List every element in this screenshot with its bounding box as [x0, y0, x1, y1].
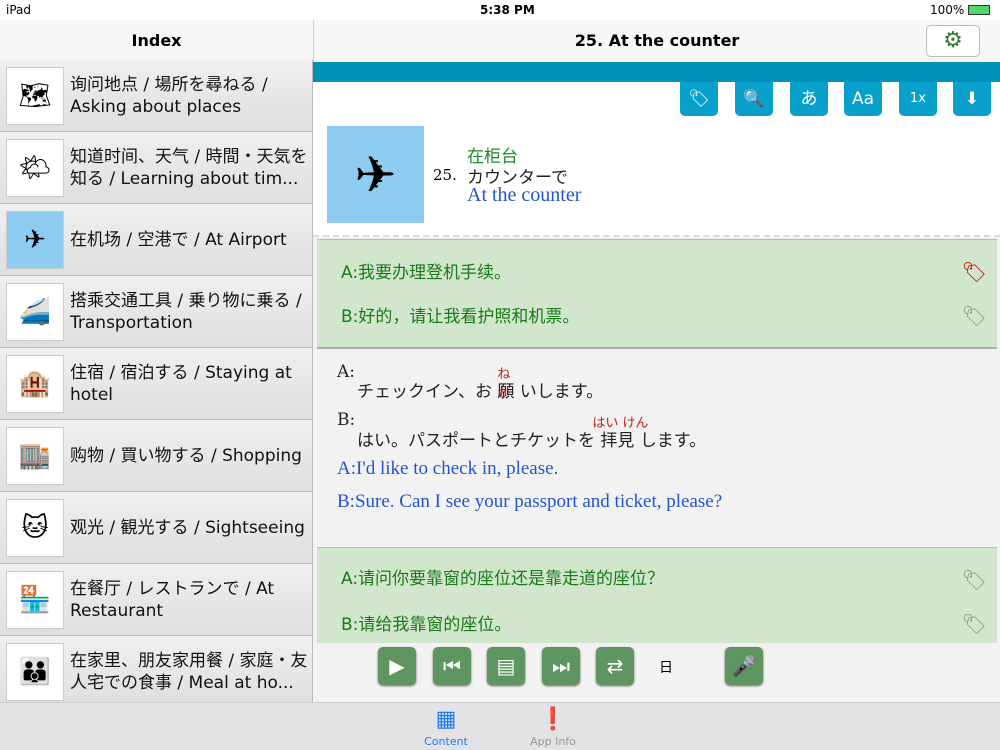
play-button[interactable]: ▶ [378, 647, 416, 685]
dialog2-zh-b[interactable]: B:请给我靠窗的座位。 [341, 610, 511, 635]
play-icon: ▶ [389, 654, 405, 678]
search-icon: 🔍 [743, 89, 765, 109]
sidebar-item-label: 知道时间、天气 / 時間・天気を知る / Learning about tim.… [70, 146, 308, 189]
document-icon: ▤ [496, 654, 516, 678]
lesson-thumbnail: ✈ [6, 210, 64, 269]
sidebar-item-label: 住宿 / 宿泊する / Staying at hotel [70, 362, 292, 405]
sidebar-item[interactable]: 🌤 知道时间、天气 / 時間・天気を知る / Learning about tim… [0, 132, 312, 204]
language-toggle[interactable]: 日 [659, 657, 673, 677]
gear-icon: ⚙ [943, 28, 963, 53]
ja-text: します。 [639, 431, 707, 451]
download-button[interactable]: ⬇ [953, 82, 991, 116]
dialog2-zh-a[interactable]: A:请问你要靠窗的座位还是靠走道的座位？ [341, 564, 664, 589]
lesson-content: 🏷 🔍 あ Aa 1x ⬇ ✈ 25. 在柜台 カウンターで At the co… [313, 62, 1000, 702]
info-icon: ❗ [539, 707, 567, 732]
sidebar-item[interactable]: 🗺 询问地点 / 場所を尋ねる / Asking about places [0, 60, 312, 132]
sidebar-item-label: 购物 / 買い物する / Shopping [70, 445, 302, 466]
kana-button[interactable]: あ [790, 82, 828, 116]
dialog1-en-b[interactable]: B:Sure. Can I see your passport and tick… [337, 491, 722, 513]
tab-bar: ▦ Content ❗ App Info [0, 702, 1000, 750]
toolbar: 🏷 🔍 あ Aa 1x ⬇ [313, 82, 1000, 122]
ja-kanji: ねが願 [497, 367, 514, 402]
index-title: Index [0, 20, 313, 62]
repeat-button[interactable]: ⇄ [596, 647, 634, 685]
speed-button[interactable]: 1x [899, 82, 937, 116]
sidebar-item[interactable]: ✈ 在机场 / 空港で / At Airport [0, 204, 312, 276]
airplane-image: ✈ [327, 126, 424, 223]
tab-app-info[interactable]: ❗ App Info [513, 707, 593, 748]
tab-content[interactable]: ▦ Content [406, 707, 486, 748]
sidebar-item-label: 在餐厅 / レストランで / At Restaurant [70, 578, 275, 621]
device-label: iPad [6, 3, 32, 17]
lesson-number: 25. [433, 166, 457, 184]
sidebar-item-label: 在家里、朋友家用餐 / 家庭・友人宅での食事 / Meal at ho... [70, 650, 308, 693]
tag-icon[interactable]: 🏷 [962, 612, 987, 636]
bookmark-tag-button[interactable]: 🏷 [680, 82, 718, 116]
font-size-button[interactable]: Aa [844, 82, 882, 116]
tag-icon[interactable]: 🏷 [962, 304, 987, 328]
ja-text: いします。 [519, 382, 604, 402]
sidebar-item[interactable]: 👪 在家里、朋友家用餐 / 家庭・友人宅での食事 / Meal at ho... [0, 636, 312, 702]
lesson-index-list[interactable]: 🗺 询问地点 / 場所を尋ねる / Asking about places 🌤 知道时… [0, 60, 313, 702]
nav-bar-right: 25. At the counter ⚙ [313, 20, 1000, 62]
skip-back-icon: ⏮ [443, 654, 461, 678]
dialog2-chinese[interactable]: A:请问你要靠窗的座位还是靠走道的座位？ 🏷 B:请给我靠窗的座位。 🏷 [317, 547, 997, 643]
lesson-title: 25. At the counter [574, 31, 740, 50]
record-button[interactable]: 🎤 [725, 647, 763, 685]
script-button[interactable]: ▤ [487, 647, 525, 685]
tag-icon-active[interactable]: 🏷 [962, 260, 987, 284]
skip-forward-icon: ⏭ [552, 654, 570, 678]
dialog1-zh-a[interactable]: A:我要办理登机手续。 [341, 258, 511, 283]
search-button[interactable]: 🔍 [735, 82, 773, 116]
lesson-thumbnail: 🐱 [6, 498, 64, 557]
download-icon: ⬇ [964, 89, 980, 109]
lesson-header: ✈ 25. 在柜台 カウンターで At the counter [313, 122, 1000, 237]
sidebar-item-label: 搭乘交通工具 / 乗り物に乗る / Transportation [70, 290, 302, 333]
lesson-thumbnail: 🏪 [6, 570, 64, 629]
ja-kanji: はい けん 拝見 [592, 416, 648, 451]
sidebar-item[interactable]: 🐱 观光 / 観光する / Sightseeing [0, 492, 312, 564]
battery-icon [968, 5, 990, 15]
sidebar-item[interactable]: 🏪 在餐厅 / レストランで / At Restaurant [0, 564, 312, 636]
lesson-thumbnail: 🗺 [6, 66, 64, 125]
ja-a-label: A: [337, 362, 356, 382]
next-button[interactable]: ⏭ [542, 647, 580, 685]
tag-icon[interactable]: 🏷 [962, 568, 987, 592]
dialog1-ja-a[interactable]: チェックイン、お ねが願 いします。 [357, 367, 604, 402]
ruby: はい けん [592, 416, 649, 431]
tag-icon: 🏷 [688, 89, 710, 109]
ruby: ねが [497, 367, 511, 401]
sidebar-item-label: 观光 / 観光する / Sightseeing [70, 517, 305, 538]
dialog1-chinese[interactable]: A:我要办理登机手续。 🏷 B:好的，请让我看护照和机票。 🏷 [317, 239, 997, 349]
lesson-title-en: At the counter [467, 184, 582, 206]
sidebar-item-label: 询问地点 / 場所を尋ねる / Asking about places [70, 74, 268, 117]
settings-button[interactable]: ⚙ [926, 25, 980, 57]
lesson-thumbnail: 🚄 [6, 282, 64, 341]
previous-button[interactable]: ⏮ [433, 647, 471, 685]
dialog1-en-a[interactable]: A:I'd like to check in, please. [337, 458, 558, 480]
lesson-thumbnail: 🏨 [6, 354, 64, 413]
clock: 5:38 PM [480, 3, 535, 17]
swap-arrows-icon: ⇄ [606, 654, 624, 678]
lesson-thumbnail: 🏬 [6, 426, 64, 485]
lesson-thumbnail: 👪 [6, 642, 64, 701]
lesson-thumbnail: 🌤 [6, 138, 64, 197]
grid-icon: ▦ [435, 707, 457, 732]
sidebar-item[interactable]: 🚄 搭乘交通工具 / 乗り物に乗る / Transportation [0, 276, 312, 348]
sidebar-item[interactable]: 🏬 购物 / 買い物する / Shopping [0, 420, 312, 492]
dialog1-ja-b[interactable]: はい。パスポートとチケットを はい けん 拝見 します。 [357, 416, 707, 451]
status-bar: iPad 5:38 PM 100% [0, 0, 1000, 20]
battery-percent: 100% [930, 3, 965, 17]
dialog1-zh-b[interactable]: B:好的，请让我看护照和机票。 [341, 302, 579, 327]
ja-b-label: B: [337, 410, 356, 430]
accent-bar [313, 62, 1000, 82]
ja-text: はい。パスポートとチケットを [357, 431, 595, 451]
sidebar-item[interactable]: 🏨 住宿 / 宿泊する / Staying at hotel [0, 348, 312, 420]
ja-text: チェックイン、お [357, 382, 492, 402]
microphone-icon: 🎤 [731, 654, 757, 678]
sidebar-item-label: 在机场 / 空港で / At Airport [70, 229, 287, 250]
